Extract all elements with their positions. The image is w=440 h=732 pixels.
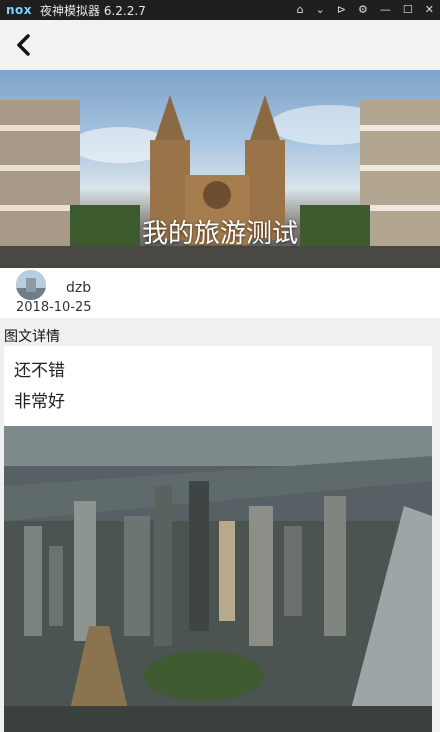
content-line: 还不错 — [14, 361, 65, 381]
content-image — [4, 426, 432, 732]
minimize-icon[interactable]: — — [380, 0, 391, 20]
cover-image: 我的旅游测试 — [0, 70, 440, 268]
pin-icon[interactable]: ⊳ — [337, 0, 346, 20]
back-button[interactable] — [10, 31, 38, 59]
text-content-card: 还不错 非常好 — [4, 346, 432, 426]
avatar[interactable] — [16, 270, 46, 300]
city-skyline-photo — [4, 426, 432, 732]
dropdown-icon[interactable]: ⌄ — [316, 0, 325, 20]
maximize-icon[interactable]: ☐ — [403, 0, 413, 20]
emulator-title-bar: nox 夜神模拟器 6.2.2.7 ⌂ ⌄ ⊳ ⚙ — ☐ ✕ — [0, 0, 440, 20]
emulator-window-controls: ⌂ ⌄ ⊳ ⚙ — ☐ ✕ — [297, 0, 434, 20]
close-icon[interactable]: ✕ — [425, 0, 434, 20]
author-info: dzb 2018-10-25 — [0, 268, 440, 318]
section-label: 图文详情 — [0, 318, 440, 346]
content-line: 非常好 — [14, 392, 65, 412]
nox-logo: nox — [6, 3, 33, 17]
post-date: 2018-10-25 — [16, 300, 92, 315]
app-bar — [0, 20, 440, 70]
trip-title: 我的旅游测试 — [141, 219, 298, 249]
emulator-title: 夜神模拟器 6.2.2.7 — [40, 3, 146, 18]
author-name: dzb — [66, 280, 92, 296]
home-icon[interactable]: ⌂ — [297, 0, 304, 20]
avatar-photo — [16, 270, 46, 300]
chevron-left-icon — [17, 34, 30, 56]
settings-icon[interactable]: ⚙ — [358, 0, 368, 20]
